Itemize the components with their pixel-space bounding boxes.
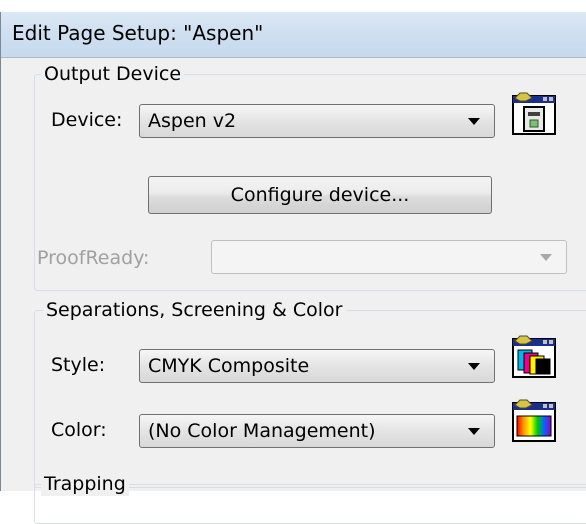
color-management-properties-icon[interactable] — [512, 398, 556, 442]
style-select[interactable]: CMYK Composite — [139, 349, 495, 383]
style-label: Style: — [51, 354, 106, 376]
device-label: Device: — [51, 109, 123, 131]
chevron-down-icon — [468, 428, 480, 435]
title-bar[interactable]: Edit Page Setup: "Aspen" — [1, 12, 586, 58]
style-select-value: CMYK Composite — [148, 355, 310, 377]
edit-page-setup-dialog: Edit Page Setup: "Aspen" Output Device D… — [0, 12, 586, 524]
proofready-select[interactable] — [211, 240, 567, 274]
background-strip — [0, 0, 586, 12]
separation-style-properties-icon[interactable] — [512, 334, 556, 378]
separations-group: Separations, Screening & Color — [34, 298, 586, 488]
proofready-label: ProofReady: — [37, 247, 150, 269]
trapping-legend: Trapping — [41, 472, 129, 496]
color-label: Color: — [51, 419, 107, 441]
trapping-group: Trapping — [34, 472, 586, 524]
chevron-down-icon — [468, 118, 480, 125]
output-device-legend: Output Device — [41, 62, 185, 86]
window-title: Edit Page Setup: "Aspen" — [12, 21, 264, 45]
configure-device-label: Configure device... — [230, 184, 410, 206]
device-properties-icon[interactable] — [512, 91, 556, 135]
configure-device-button[interactable]: Configure device... — [148, 176, 492, 214]
chevron-down-icon — [540, 254, 552, 261]
separations-legend: Separations, Screening & Color — [43, 298, 346, 322]
device-select-value: Aspen v2 — [148, 110, 237, 132]
chevron-down-icon — [468, 363, 480, 370]
color-select-value: (No Color Management) — [148, 420, 376, 442]
color-select[interactable]: (No Color Management) — [139, 414, 495, 448]
device-select[interactable]: Aspen v2 — [139, 104, 495, 138]
